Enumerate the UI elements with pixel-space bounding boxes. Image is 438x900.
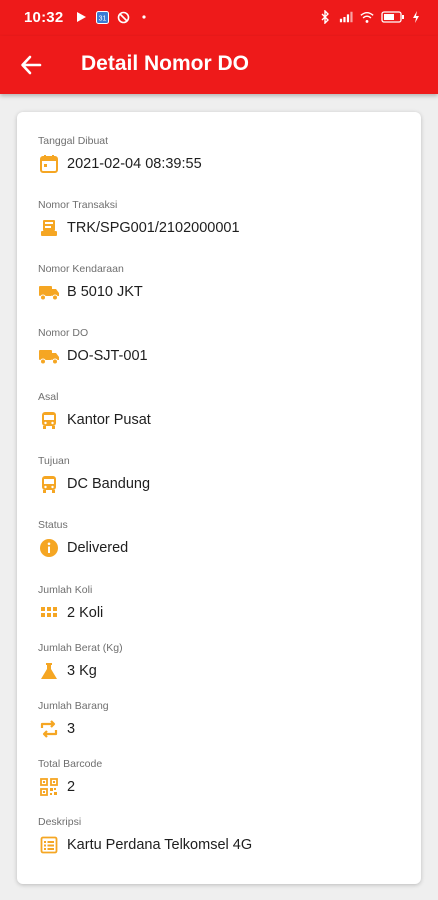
field-value: TRK/SPG001/2102000001 [67,220,240,236]
signal-icon [339,10,353,24]
field-tujuan: Tujuan DC Bandung [38,454,150,495]
field-label: Status [38,519,68,531]
bus-icon [38,409,60,431]
block-icon [116,10,130,24]
status-time: 10:32 [24,9,64,26]
field-value: 2 Koli [67,605,104,621]
field-label: Nomor DO [38,327,89,339]
field-label: Jumlah Barang [38,700,109,712]
field-label: Deskripsi [38,816,82,828]
back-button[interactable] [14,49,48,81]
field-value: B 5010 JKT [67,284,143,300]
field-nomor-do: Nomor DO DO-SJT-001 [38,326,148,367]
field-label: Total Barcode [38,758,103,770]
app-bar: Detail Nomor DO [0,36,438,94]
grid-icon [38,602,60,624]
field-value: 2021-02-04 08:39:55 [67,156,202,172]
field-value: 3 Kg [67,663,97,679]
field-nomor-kendaraan: Nomor Kendaraan B 5010 JKT [38,262,143,303]
wifi-icon [360,10,374,24]
field-value: Kantor Pusat [67,412,151,428]
field-value: Kartu Perdana Telkomsel 4G [67,837,253,853]
field-label: Asal [38,391,59,403]
field-tanggal-dibuat: Tanggal Dibuat 2021-02-04 08:39:55 [38,134,202,175]
calendar-icon [38,153,60,175]
status-bar: 10:32 31 [0,0,438,36]
charging-icon [412,10,420,24]
arrow-left-icon [21,55,42,75]
detail-card: Tanggal Dibuat 2021-02-04 08:39:55 Nomor… [17,112,421,884]
field-value: 3 [67,721,76,737]
info-icon [38,537,60,559]
battery-icon [381,10,405,24]
field-label: Jumlah Berat (Kg) [38,642,123,654]
receipt-icon [38,217,60,239]
calendar-notification-icon: 31 [95,10,109,24]
field-label: Tanggal Dibuat [38,135,109,147]
field-jumlah-berat: Jumlah Berat (Kg) 3 Kg [38,641,123,682]
field-nomor-transaksi: Nomor Transaksi TRK/SPG001/2102000001 [38,198,240,239]
status-right-icons [318,10,420,24]
field-value: 2 [67,779,76,795]
swap-icon [38,718,60,740]
field-label: Nomor Transaksi [38,199,118,211]
flask-icon [38,660,60,682]
field-status: Status Delivered [38,518,128,559]
list-icon [38,834,60,856]
field-deskripsi: Deskripsi Kartu Perdana Telkomsel 4G [38,815,252,856]
field-value: DO-SJT-001 [67,348,148,364]
truck-icon [38,345,60,367]
dot-icon [137,10,151,24]
field-label: Nomor Kendaraan [38,263,124,275]
field-value: DC Bandung [67,476,151,492]
field-jumlah-koli: Jumlah Koli 2 Koli [38,583,103,624]
svg-text:31: 31 [98,15,106,22]
field-total-barcode: Total Barcode 2 [38,757,102,798]
field-value: Delivered [67,540,129,556]
status-left-icons: 31 [74,10,151,24]
field-jumlah-barang: Jumlah Barang 3 [38,699,109,740]
truck-icon [38,281,60,303]
field-label: Tujuan [38,455,70,467]
qr-code-icon [38,776,60,798]
bluetooth-icon [318,10,332,24]
page-title: Detail Nomor DO [81,52,250,75]
field-label: Jumlah Koli [38,584,93,596]
play-store-icon [74,10,88,24]
bus-icon [38,473,60,495]
field-asal: Asal Kantor Pusat [38,390,151,431]
